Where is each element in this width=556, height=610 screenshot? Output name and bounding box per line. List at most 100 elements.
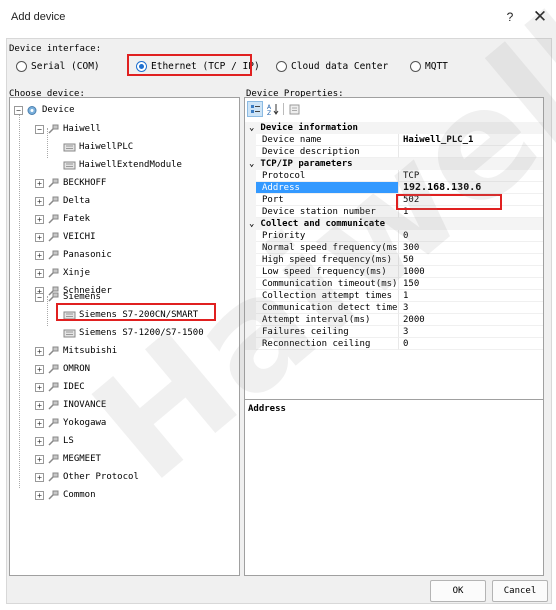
tree-node-omron[interactable]: + OMRON xyxy=(35,362,90,376)
plug-icon xyxy=(48,490,59,500)
help-button[interactable]: ? xyxy=(496,6,524,28)
tree-node-mitsubishi[interactable]: + Mitsubishi xyxy=(35,344,117,358)
property-row-attempt-interval[interactable]: Attempt interval(ms) 2000 xyxy=(245,314,543,326)
tree-node-delta[interactable]: + Delta xyxy=(35,194,90,208)
property-name: Low speed frequency(ms) xyxy=(256,266,398,278)
tree-node-haiwell[interactable]: − Haiwell xyxy=(35,122,101,136)
collapse-icon[interactable]: − xyxy=(35,124,44,134)
tree-node-siemens[interactable]: − Siemens xyxy=(35,290,101,304)
device-root-icon xyxy=(27,105,37,115)
tree-node-siemens-s7-1200[interactable]: Siemens S7-1200/S7-1500 xyxy=(63,326,204,340)
collapse-icon[interactable]: − xyxy=(35,292,44,302)
property-row-address[interactable]: Address 192.168.130.6 xyxy=(245,182,543,194)
expand-icon[interactable]: + xyxy=(35,400,44,410)
property-value[interactable]: 1 xyxy=(398,290,543,302)
expand-icon[interactable]: + xyxy=(35,214,44,224)
description-divider[interactable] xyxy=(245,399,543,400)
tree-node-device[interactable]: − Device xyxy=(14,103,75,117)
module-icon xyxy=(63,329,76,337)
radio-serial-label: Serial (COM) xyxy=(31,60,100,72)
radio-serial[interactable]: Serial (COM) xyxy=(16,58,100,74)
radio-mqtt[interactable]: MQTT xyxy=(410,58,448,74)
plug-icon xyxy=(48,364,59,374)
property-name: Failures ceiling xyxy=(256,326,398,338)
property-name: Communication detect times xyxy=(256,302,398,314)
tree-node-panasonic[interactable]: + Panasonic xyxy=(35,248,112,262)
expand-icon[interactable]: + xyxy=(35,454,44,464)
close-button[interactable]: ✕ xyxy=(526,6,554,28)
property-grid-panel: AZ ⌄ Device information Device name Haiwel… xyxy=(244,97,544,576)
property-row-high-speed[interactable]: High speed frequency(ms) 50 xyxy=(245,254,543,266)
category-device-information[interactable]: ⌄ Device information xyxy=(245,122,543,134)
property-value[interactable]: 3 xyxy=(398,302,543,314)
property-value[interactable]: 0 xyxy=(398,338,543,350)
tree-node-label: BECKHOFF xyxy=(63,178,107,188)
property-value[interactable] xyxy=(398,146,543,158)
property-value[interactable]: 1000 xyxy=(398,266,543,278)
expand-icon[interactable]: + xyxy=(35,178,44,188)
expand-icon[interactable]: + xyxy=(35,418,44,428)
tree-node-idec[interactable]: + IDEC xyxy=(35,380,85,394)
expand-icon[interactable]: + xyxy=(35,196,44,206)
expand-icon[interactable]: + xyxy=(35,250,44,260)
tree-node-other-protocol[interactable]: + Other Protocol xyxy=(35,470,139,484)
tree-node-ls[interactable]: + LS xyxy=(35,434,74,448)
address-input[interactable]: 192.168.130.6 xyxy=(398,182,543,194)
tree-node-label: Delta xyxy=(63,196,91,206)
collapse-icon[interactable]: − xyxy=(14,105,23,115)
property-row-device-description[interactable]: Device description xyxy=(245,146,543,158)
expand-icon[interactable]: + xyxy=(35,382,44,392)
radio-cloud[interactable]: Cloud data Center xyxy=(276,58,388,74)
categorized-icon[interactable] xyxy=(247,101,263,117)
property-row-low-speed[interactable]: Low speed frequency(ms) 1000 xyxy=(245,266,543,278)
chevron-down-icon[interactable]: ⌄ xyxy=(249,218,254,230)
expand-icon[interactable]: + xyxy=(35,268,44,278)
sort-az-icon[interactable]: AZ xyxy=(265,101,281,117)
property-value[interactable]: 50 xyxy=(398,254,543,266)
expand-icon[interactable]: + xyxy=(35,232,44,242)
category-tcp-ip-parameters[interactable]: ⌄ TCP/IP parameters xyxy=(245,158,543,170)
expand-icon[interactable]: + xyxy=(35,436,44,446)
category-collect-and-communicate[interactable]: ⌄ Collect and communicate xyxy=(245,218,543,230)
expand-icon[interactable]: + xyxy=(35,364,44,374)
property-value[interactable]: Haiwell_PLC_1 xyxy=(398,134,543,146)
cancel-button[interactable]: Cancel xyxy=(492,580,548,602)
property-row-failures-ceiling[interactable]: Failures ceiling 3 xyxy=(245,326,543,338)
tree-node-veichi[interactable]: + VEICHI xyxy=(35,230,96,244)
tree-node-fatek[interactable]: + Fatek xyxy=(35,212,90,226)
property-row-comm-detect[interactable]: Communication detect times 3 xyxy=(245,302,543,314)
property-pages-icon[interactable] xyxy=(286,101,302,117)
property-value[interactable]: 150 xyxy=(398,278,543,290)
property-row-normal-speed[interactable]: Normal speed frequency(ms) 300 xyxy=(245,242,543,254)
property-value[interactable]: 300 xyxy=(398,242,543,254)
tree-node-megmeet[interactable]: + MEGMEET xyxy=(35,452,101,466)
tree-node-inovance[interactable]: + INOVANCE xyxy=(35,398,106,412)
property-row-device-name[interactable]: Device name Haiwell_PLC_1 xyxy=(245,134,543,146)
property-row-reconnection-ceiling[interactable]: Reconnection ceiling 0 xyxy=(245,338,543,350)
property-row-collection-attempt[interactable]: Collection attempt times 1 xyxy=(245,290,543,302)
expand-icon[interactable]: + xyxy=(35,472,44,482)
tree-node-haiwellplc[interactable]: HaiwellPLC xyxy=(63,140,133,154)
expand-icon[interactable]: + xyxy=(35,346,44,356)
property-row-protocol[interactable]: Protocol TCP xyxy=(245,170,543,182)
tree-node-yokogawa[interactable]: + Yokogawa xyxy=(35,416,106,430)
tree-node-beckhoff[interactable]: + BECKHOFF xyxy=(35,176,106,190)
expand-icon[interactable]: + xyxy=(35,490,44,500)
property-toolbar: AZ xyxy=(247,101,302,117)
tree-node-common[interactable]: + Common xyxy=(35,488,96,502)
tree-node-label: Mitsubishi xyxy=(63,346,118,356)
property-row-comm-timeout[interactable]: Communication timeout(ms) 150 xyxy=(245,278,543,290)
property-value[interactable]: 0 xyxy=(398,230,543,242)
property-value[interactable]: 2000 xyxy=(398,314,543,326)
ok-button[interactable]: OK xyxy=(430,580,486,602)
chevron-down-icon[interactable]: ⌄ xyxy=(249,122,254,134)
tree-node-xinje[interactable]: + Xinje xyxy=(35,266,90,280)
toolbar-separator xyxy=(283,103,284,115)
property-value[interactable]: TCP xyxy=(398,170,543,182)
tree-node-label: HaiwellPLC xyxy=(79,142,134,152)
property-row-priority[interactable]: Priority 0 xyxy=(245,230,543,242)
device-tree[interactable]: − Device − Haiwell HaiwellPLC HaiwellExt… xyxy=(9,97,240,576)
property-value[interactable]: 3 xyxy=(398,326,543,338)
tree-node-haiwellextendmodule[interactable]: HaiwellExtendModule xyxy=(63,158,182,172)
chevron-down-icon[interactable]: ⌄ xyxy=(249,158,254,170)
